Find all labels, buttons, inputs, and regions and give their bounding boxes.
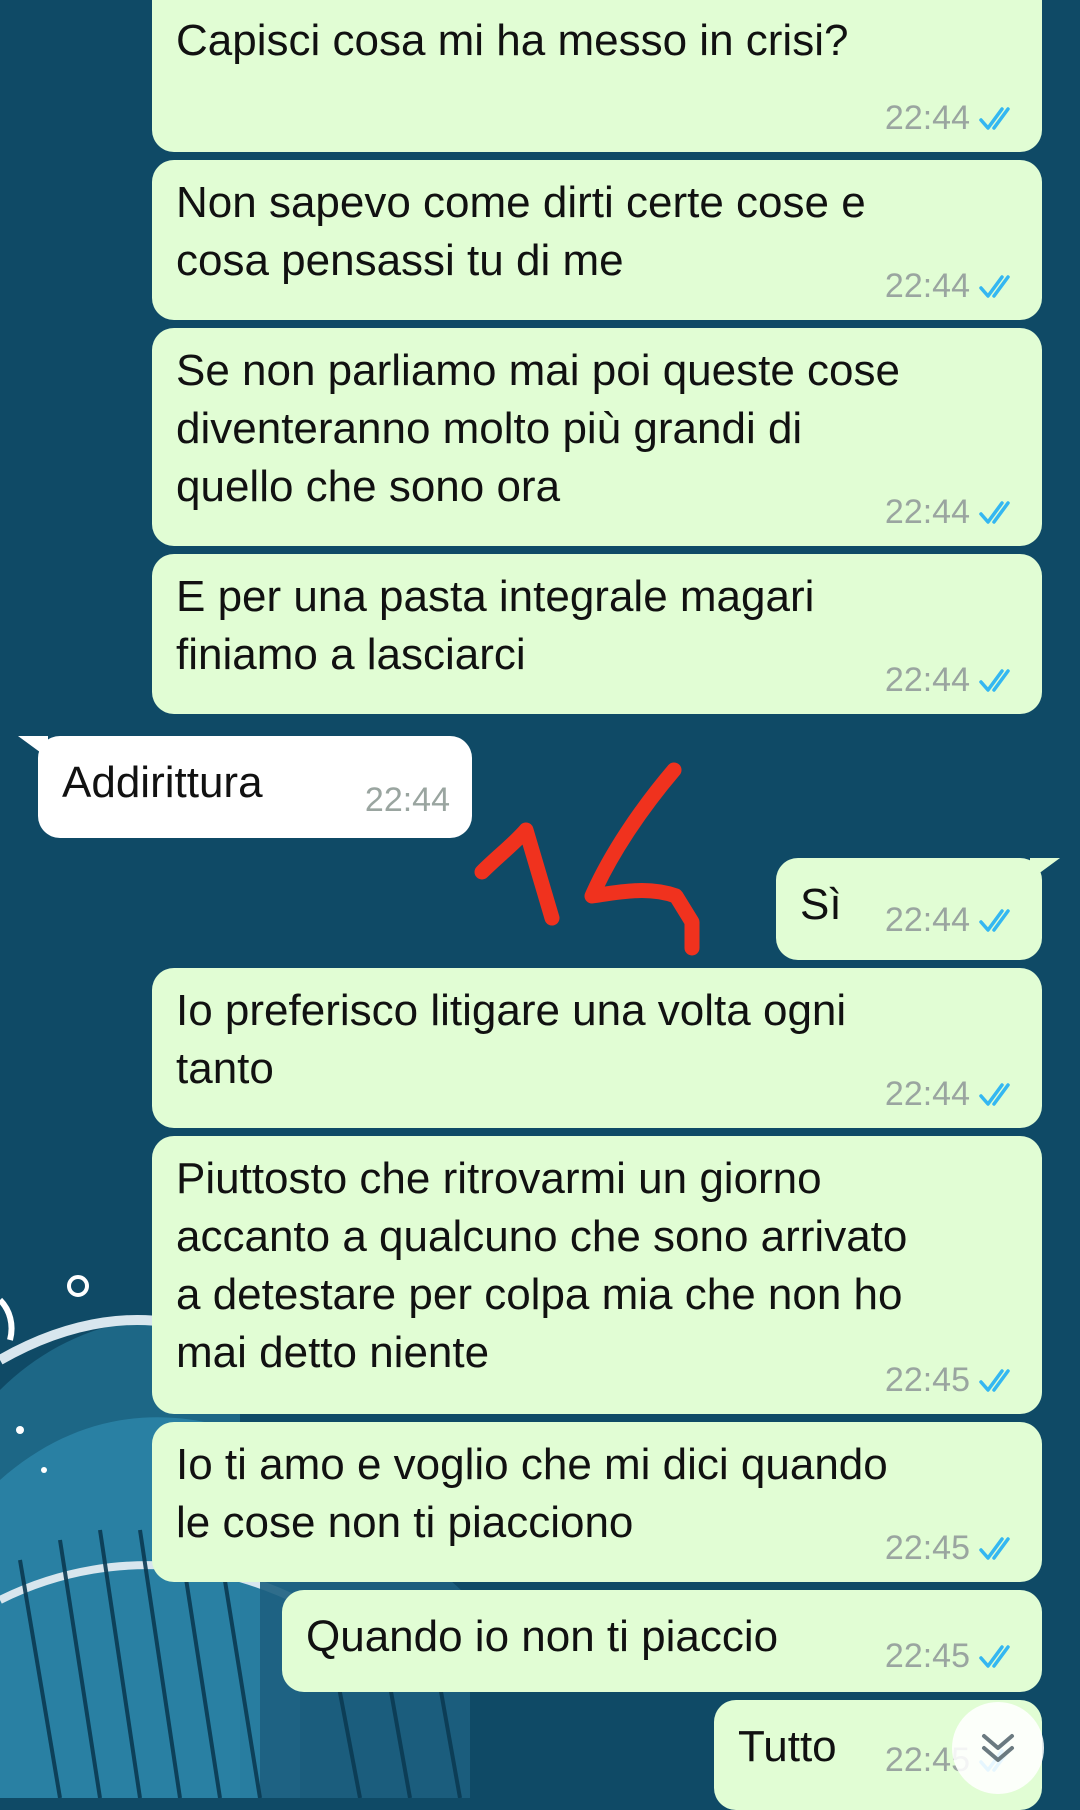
message-meta: 22:44 <box>885 1074 1020 1114</box>
outgoing-message[interactable]: Se non parliamo mai poi queste cose dive… <box>152 328 1042 546</box>
double-check-icon <box>979 1645 1010 1668</box>
message-time: 22:44 <box>884 267 970 305</box>
message-meta: 22:45 <box>885 1528 1020 1568</box>
outgoing-message[interactable]: E per una pasta integrale magari finiamo… <box>152 554 1042 714</box>
annotation-text: 14 <box>470 760 472 761</box>
message-time: 22:45 <box>884 1637 970 1675</box>
outgoing-message[interactable]: Piuttosto che ritrovarmi un giorno accan… <box>152 1136 1042 1414</box>
double-check-icon <box>979 275 1010 298</box>
message-meta: 22:45 <box>885 1360 1020 1400</box>
double-check-icon <box>979 1537 1010 1560</box>
scroll-to-bottom-button[interactable] <box>952 1702 1044 1794</box>
outgoing-message[interactable]: Quando io non ti piaccio 22:45 <box>282 1590 1042 1692</box>
incoming-message[interactable]: Addirittura 22:44 <box>38 736 472 838</box>
outgoing-message[interactable]: Io ti amo e voglio che mi dici quando le… <box>152 1422 1042 1582</box>
message-meta: 22:44 <box>365 780 450 820</box>
outgoing-message[interactable]: Io preferisco litigare una volta ogni ta… <box>152 968 1042 1128</box>
message-time: 22:44 <box>364 781 450 819</box>
double-check-icon <box>979 909 1010 932</box>
outgoing-message[interactable]: Non sapevo come dirti certe cose e cosa … <box>152 160 1042 320</box>
message-meta: 22:45 <box>885 1636 1020 1676</box>
message-time: 22:44 <box>884 661 970 699</box>
message-meta: 22:44 <box>885 900 1020 940</box>
outgoing-message[interactable]: Capisci cosa mi ha messo in crisi? 22:44 <box>152 0 1042 152</box>
message-text: Se non parliamo mai poi queste cose dive… <box>176 346 900 511</box>
message-time: 22:45 <box>884 1529 970 1567</box>
message-meta: 22:44 <box>885 492 1020 532</box>
message-time: 22:44 <box>884 901 970 939</box>
double-check-icon <box>979 1083 1010 1106</box>
message-text: Capisci cosa mi ha messo in crisi? <box>176 16 849 65</box>
message-meta: 22:44 <box>885 98 1020 138</box>
message-meta: 22:44 <box>885 660 1020 700</box>
message-time: 22:45 <box>884 1361 970 1399</box>
outgoing-message[interactable]: Sì 22:44 <box>776 858 1042 960</box>
double-check-icon <box>979 107 1010 130</box>
message-time: 22:44 <box>884 99 970 137</box>
message-time: 22:44 <box>884 1075 970 1113</box>
double-check-icon <box>979 501 1010 524</box>
message-text: Piuttosto che ritrovarmi un giorno accan… <box>176 1154 908 1377</box>
double-check-icon <box>979 1369 1010 1392</box>
chevron-double-down-icon <box>982 1734 1014 1762</box>
double-check-icon <box>979 669 1010 692</box>
handwritten-annotation: 14 <box>470 760 700 956</box>
message-meta: 22:44 <box>885 266 1020 306</box>
message-time: 22:44 <box>884 493 970 531</box>
